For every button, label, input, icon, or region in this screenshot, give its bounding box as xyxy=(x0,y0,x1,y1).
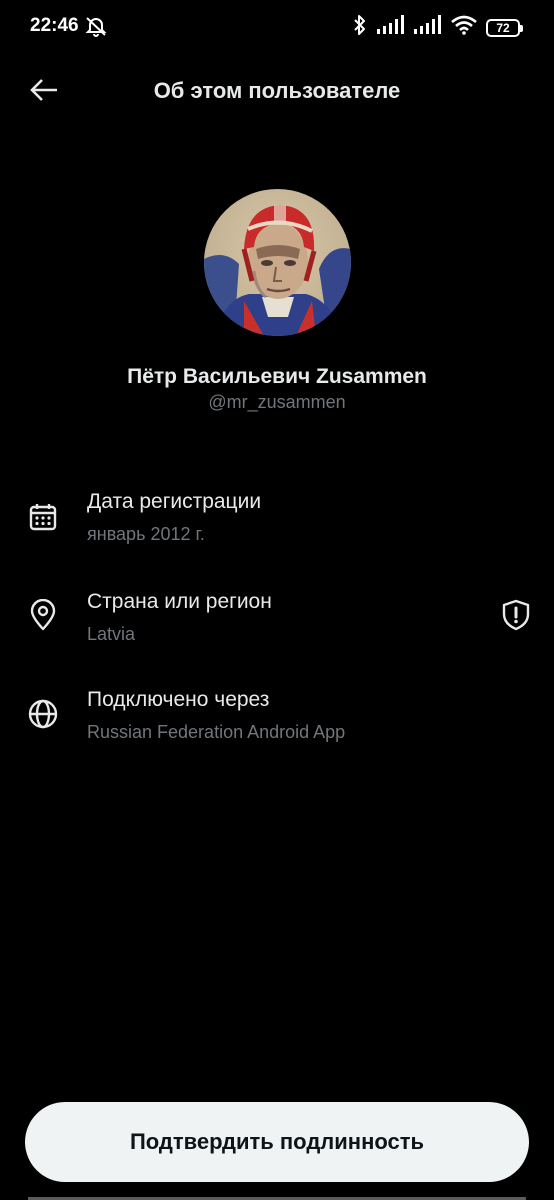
registration-date-value: январь 2012 г. xyxy=(87,524,205,544)
registration-date-label: Дата регистрации xyxy=(87,490,262,513)
battery-icon: 72 xyxy=(486,18,523,37)
calendar-icon xyxy=(26,500,60,534)
user-handle: @mr_zusammen xyxy=(208,392,346,412)
bluetooth-icon xyxy=(352,14,368,41)
location-pin-icon xyxy=(26,598,60,632)
mute-bell-icon xyxy=(84,15,108,37)
avatar[interactable] xyxy=(204,189,351,336)
connected-via-label: Подключено через xyxy=(87,688,270,711)
country-label: Страна или регион xyxy=(87,590,272,613)
info-row-connected-via: Подключено через Russian Federation Andr… xyxy=(0,684,554,764)
shield-icon[interactable] xyxy=(500,598,532,632)
status-bar: 22:46 72 xyxy=(0,0,554,56)
info-row-country: Страна или регион Latvia xyxy=(0,586,554,666)
status-icons: 72 xyxy=(352,14,523,41)
country-value: Latvia xyxy=(87,624,136,644)
connected-via-value: Russian Federation Android App xyxy=(87,722,346,742)
info-row-registration-date: Дата регистрации январь 2012 г. xyxy=(0,486,554,566)
signal-icon xyxy=(377,15,405,40)
user-display-name: Пётр Васильевич Zusammen xyxy=(127,365,427,388)
wifi-icon xyxy=(451,15,477,40)
globe-icon xyxy=(26,697,60,731)
status-time: 22:46 xyxy=(30,15,79,36)
signal-icon xyxy=(414,15,442,40)
page-title: Об этом пользователе xyxy=(153,78,401,103)
verify-authenticity-button[interactable]: Подтвердить подлинность xyxy=(25,1102,529,1182)
